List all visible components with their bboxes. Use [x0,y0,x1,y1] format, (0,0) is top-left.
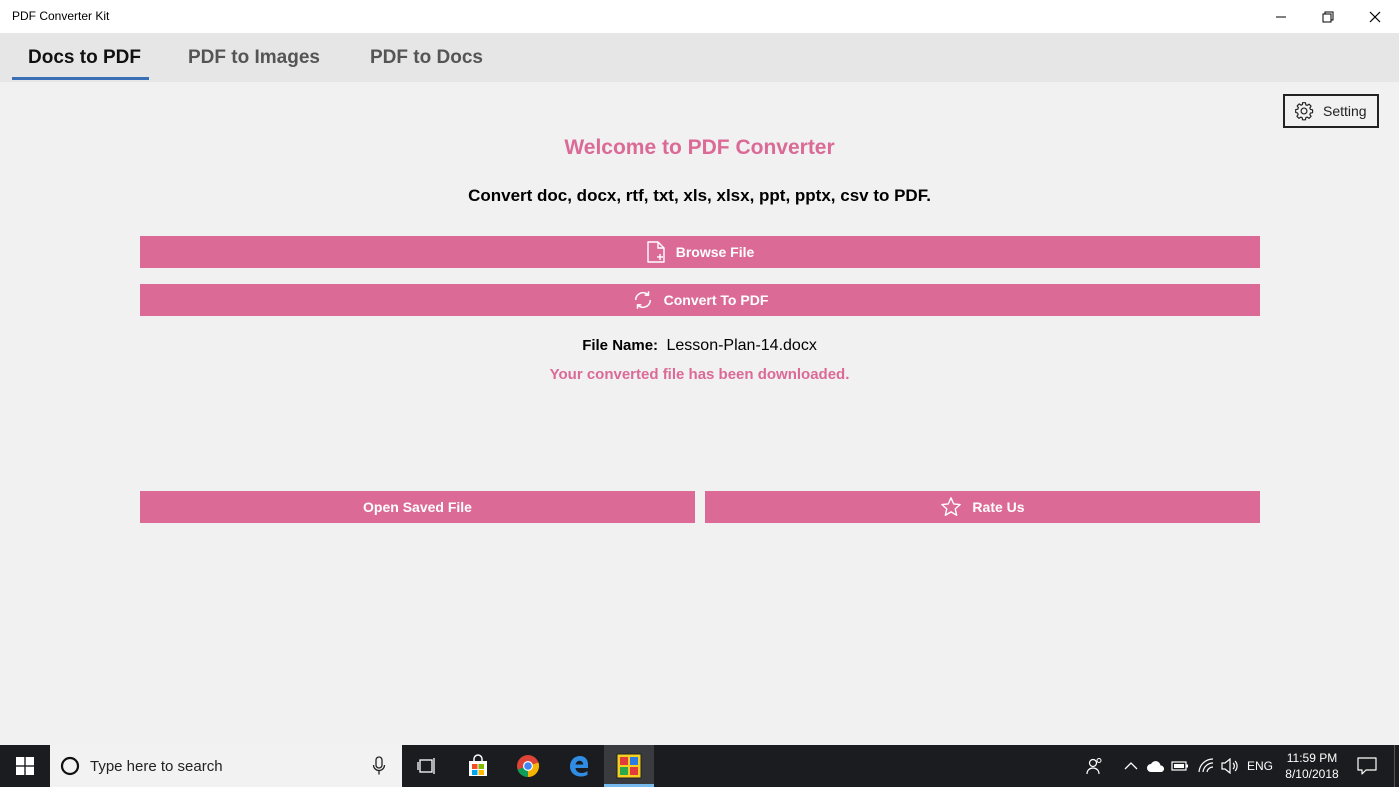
microphone-icon[interactable] [372,756,386,776]
notification-icon [1357,757,1377,775]
task-view-icon [417,758,435,774]
file-name-label: File Name: [582,337,659,354]
onedrive-button[interactable] [1144,745,1168,787]
setting-label: Setting [1323,103,1367,119]
taskbar-search[interactable]: Type here to search [50,745,402,787]
convert-to-pdf-label: Convert To PDF [663,292,769,308]
minimize-icon [1276,16,1286,17]
tab-docs-to-pdf[interactable]: Docs to PDF [28,33,141,82]
supported-formats-text: Convert doc, docx, rtf, txt, xls, xlsx, … [468,186,931,205]
battery-button[interactable] [1168,745,1192,787]
gear-icon [1295,102,1314,121]
volume-button[interactable] [1218,745,1242,787]
store-app-button[interactable] [454,745,502,787]
chevron-up-icon [1124,762,1138,770]
convert-to-pdf-button[interactable]: Convert To PDF [140,284,1260,316]
title-bar: PDF Converter Kit [0,0,1399,33]
action-center-button[interactable] [1350,745,1384,787]
close-button[interactable] [1352,0,1398,33]
pdf-converter-app-icon [616,753,642,779]
window-title: PDF Converter Kit [12,9,110,23]
tab-pdf-to-docs[interactable]: PDF to Docs [370,33,483,82]
rate-us-label: Rate Us [972,499,1025,515]
search-placeholder: Type here to search [90,757,223,775]
refresh-icon [634,291,651,309]
restore-button[interactable] [1305,0,1351,33]
restore-icon [1322,11,1334,22]
show-desktop-divider[interactable] [1394,745,1395,787]
people-button[interactable] [1080,745,1110,787]
chrome-app-button[interactable] [504,745,552,787]
tab-pdf-to-images[interactable]: PDF to Images [188,33,320,82]
status-message: Your converted file has been downloaded. [549,366,850,383]
clock-time: 11:59 PM [1286,751,1338,765]
file-name-value: Lesson-Plan-14.docx [666,337,817,354]
minimize-button[interactable] [1258,0,1304,33]
task-view-button[interactable] [404,745,450,787]
store-icon [469,754,487,776]
people-icon [1086,758,1102,775]
cortana-icon [60,756,80,776]
rate-us-button[interactable]: Rate Us [705,491,1260,523]
wifi-icon [1198,758,1214,773]
cloud-icon [1147,761,1165,772]
browse-file-button[interactable]: Browse File [140,236,1260,268]
active-tab-indicator [12,77,149,80]
open-saved-file-button[interactable]: Open Saved File [140,491,695,523]
edge-icon [570,756,588,777]
battery-icon [1171,761,1188,771]
start-button[interactable] [0,745,50,787]
browse-file-label: Browse File [675,244,755,260]
network-button[interactable] [1194,745,1218,787]
chrome-icon [517,755,540,778]
setting-button[interactable]: Setting [1283,94,1379,128]
clock-date: 8/10/2018 [1285,767,1339,781]
pdf-converter-app-button[interactable] [604,745,654,787]
open-saved-file-label: Open Saved File [363,499,472,515]
file-name-row: File Name: Lesson-Plan-14.docx [0,337,1399,355]
taskbar-clock[interactable]: 11:59 PM 8/10/2018 [1276,745,1348,787]
file-icon [647,241,665,263]
edge-app-button[interactable] [555,745,603,787]
welcome-heading: Welcome to PDF Converter [564,136,835,159]
windows-icon [16,757,34,775]
show-hidden-icons-button[interactable] [1120,745,1142,787]
speaker-icon [1221,758,1238,774]
input-language-indicator[interactable]: ENG [1244,745,1276,787]
star-icon [941,497,962,516]
tab-bar: Docs to PDF PDF to Images PDF to Docs [0,33,1399,82]
close-icon [1369,11,1381,22]
